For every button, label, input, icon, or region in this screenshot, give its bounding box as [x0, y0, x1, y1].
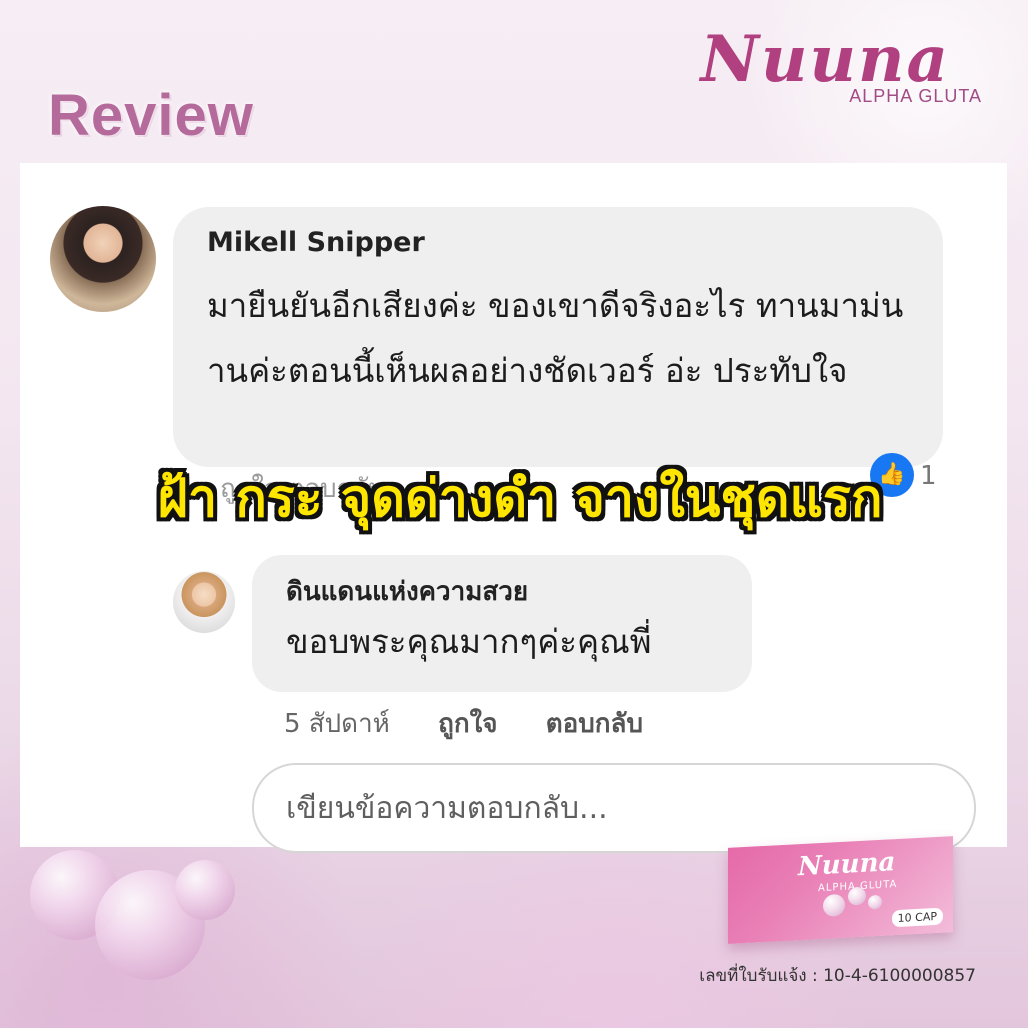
- reply-link[interactable]: ตอบกลับ: [546, 709, 643, 739]
- reply-meta: 5 สัปดาห์ ถูกใจ ตอบกลับ: [284, 703, 683, 744]
- overlay-headline: ฝ้า กระ จุดด่างดำ จางในชุดแรก: [157, 469, 883, 529]
- avatar[interactable]: [50, 206, 156, 312]
- pearl-decoration: [823, 893, 845, 917]
- reply-author[interactable]: ดินแดนแห่งความสวย: [286, 571, 528, 612]
- product-box: Nuuna ALPHA GLUTA 10 CAP: [728, 836, 953, 944]
- review-title: Review: [48, 83, 254, 148]
- comment-text: มายืนยันอีกเสียงค่ะ ของเขาดีจริงอะไร ทาน…: [207, 286, 904, 390]
- pearl-decoration: [175, 860, 235, 920]
- pearl-decoration: [868, 894, 882, 910]
- like-link[interactable]: ถูกใจ: [438, 709, 497, 739]
- reply-text: ขอบพระคุณมากๆค่ะคุณพี่: [286, 622, 652, 661]
- brand-logo: Nuuna ALPHA GLUTA: [700, 20, 990, 110]
- product-brand: Nuuna: [798, 847, 896, 883]
- product-count: 10 CAP: [891, 907, 943, 928]
- reply-bubble: ดินแดนแห่งความสวย ขอบพระคุณมากๆค่ะคุณพี่: [252, 555, 752, 692]
- comment-author[interactable]: Mikell Snipper: [207, 227, 425, 258]
- reply-input-box[interactable]: [252, 763, 976, 853]
- reply-input[interactable]: [284, 787, 938, 829]
- avatar[interactable]: [173, 571, 235, 633]
- brand-subtitle: ALPHA GLUTA: [849, 86, 982, 106]
- license-number: เลขที่ใบรับแจ้ง : 10-4-6100000857: [699, 966, 976, 986]
- pearl-decoration: [848, 886, 866, 906]
- reply-time[interactable]: 5 สัปดาห์: [284, 709, 390, 739]
- comment-bubble: Mikell Snipper มายืนยันอีกเสียงค่ะ ของเข…: [173, 207, 943, 467]
